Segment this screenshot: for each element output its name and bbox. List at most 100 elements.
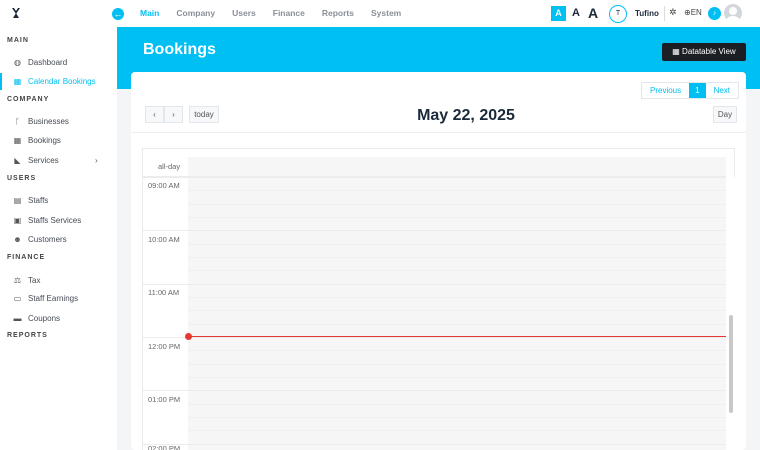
topnav-company[interactable]: Company [176, 0, 215, 27]
sidebar-item-label: Staffs [28, 196, 49, 205]
grid-line [188, 324, 726, 325]
font-size-small-button[interactable]: A [551, 6, 566, 21]
grid-line [143, 284, 726, 285]
sidebar-item-label: Services [28, 156, 59, 165]
username[interactable]: Tufino [635, 9, 659, 18]
sidebar-item-tax[interactable]: ⚖ Tax [0, 272, 117, 289]
time-label: 12:00 PM [148, 342, 181, 351]
table-icon: ▦ [672, 47, 683, 56]
chevron-right-icon: › [95, 156, 98, 165]
calendar-prev-button[interactable]: ‹ [145, 106, 164, 123]
sidebar-item-bookings[interactable]: ▦ Bookings [0, 132, 117, 149]
scrollbar-thumb[interactable] [729, 315, 733, 413]
ticket-icon: ▬ [13, 314, 22, 323]
time-label: 11:00 AM [148, 288, 180, 297]
users-icon: ☻ [13, 235, 22, 244]
sidebar-section-company: COMPANY [7, 96, 50, 103]
grid-line [188, 244, 726, 245]
sidebar-item-staffs-services[interactable]: ▣ Staffs Services [0, 212, 117, 229]
grid-line [188, 430, 726, 431]
sidebar-item-label: Bookings [28, 136, 61, 145]
calendar-next-button[interactable]: › [164, 106, 183, 123]
grid-line [143, 230, 726, 231]
sidebar-item-label: Businesses [28, 117, 69, 126]
pagination: Previous 1 Next [641, 82, 740, 99]
sidebar-item-label: Dashboard [28, 58, 68, 67]
calendar-today-button[interactable]: today [189, 106, 219, 123]
font-size-medium-button[interactable]: A [570, 6, 582, 21]
grid-line [143, 337, 726, 338]
sidebar-section-users: USERS [7, 175, 37, 182]
bell-icon[interactable]: ♪ [708, 7, 721, 20]
grid-line [143, 444, 726, 445]
grid-line [188, 417, 726, 418]
scale-icon: ⚖ [13, 276, 22, 285]
calendar-icon: ▦ [13, 136, 22, 145]
services-icon: ◣ [14, 156, 21, 165]
sidebar-section-finance: FINANCE [7, 254, 46, 261]
grid-line [188, 364, 726, 365]
grid-line [188, 377, 726, 378]
divider [131, 132, 746, 133]
avatar[interactable] [724, 4, 742, 22]
calendar-title: May 22, 2025 [417, 107, 515, 124]
sidebar-item-label: Customers [28, 235, 67, 244]
time-label: 02:00 PM [148, 444, 181, 450]
grid-line [188, 257, 726, 258]
grid-line [188, 217, 726, 218]
branch-icon: ᚴ [15, 117, 20, 126]
grid-line [188, 404, 726, 405]
time-label: 10:00 AM [148, 235, 180, 244]
grid-line [188, 204, 726, 205]
pagination-previous[interactable]: Previous [642, 83, 689, 98]
all-day-label: all-day [158, 162, 181, 171]
pagination-next[interactable]: Next [706, 83, 738, 98]
grid-line [188, 350, 726, 351]
sidebar-item-calendar-bookings[interactable]: ▦ Calendar Bookings [0, 73, 117, 90]
sidebar-item-dashboard[interactable]: ◍ Dashboard [0, 54, 117, 71]
font-size-large-button[interactable]: A [586, 6, 600, 21]
calendar-day-column[interactable] [188, 157, 726, 450]
money-icon: ▭ [13, 294, 22, 303]
globe-icon: ⊕ [684, 8, 691, 17]
language-switch[interactable]: ⊕EN [684, 8, 702, 17]
gear-icon[interactable]: ✲ [669, 8, 678, 17]
calendar-day-view-button[interactable]: Day [713, 106, 737, 123]
topnav-reports[interactable]: Reports [322, 0, 354, 27]
grid-line [188, 310, 726, 311]
sidebar-item-staffs[interactable]: ▤ Staffs [0, 192, 117, 209]
sidebar-item-services[interactable]: ◣ Services › [0, 152, 117, 169]
sidebar-item-label: Staffs Services [28, 216, 82, 225]
badge-icon: ▣ [13, 216, 22, 225]
topnav-main[interactable]: Main [140, 0, 159, 27]
sidebar-item-coupons[interactable]: ▬ Coupons [0, 310, 117, 327]
grid-line [188, 297, 726, 298]
now-indicator-dot [185, 333, 192, 340]
grid-line [188, 190, 726, 191]
top-bar: ← Main Company Users Finance Reports Sys… [0, 0, 760, 27]
sidebar-item-label: Staff Earnings [28, 294, 79, 303]
datatable-view-button[interactable]: ▦ Datatable View [662, 43, 746, 61]
sidebar-item-staff-earnings[interactable]: ▭ Staff Earnings [0, 290, 117, 307]
sidebar-item-label: Calendar Bookings [28, 77, 96, 86]
calendar-icon: ▦ [13, 77, 22, 86]
sidebar-item-label: Coupons [28, 314, 61, 323]
grid-line [188, 270, 726, 271]
sidebar-item-businesses[interactable]: ᚴ Businesses [0, 113, 117, 130]
sidebar-collapse-button[interactable]: ← [112, 8, 124, 20]
divider [664, 6, 665, 21]
time-label: 09:00 AM [148, 181, 180, 190]
topnav-finance[interactable]: Finance [273, 0, 305, 27]
sidebar-item-customers[interactable]: ☻ Customers [0, 231, 117, 248]
brand-logo-icon[interactable] [9, 6, 23, 20]
sidebar-item-label: Tax [28, 276, 41, 285]
language-label: EN [690, 8, 702, 17]
pagination-page-1[interactable]: 1 [689, 83, 706, 98]
id-card-icon: ▤ [13, 196, 22, 205]
topnav-system[interactable]: System [371, 0, 401, 27]
user-initial-badge[interactable]: T [609, 5, 627, 23]
topnav-users[interactable]: Users [232, 0, 256, 27]
sidebar-section-reports[interactable]: REPORTS [7, 332, 48, 339]
datatable-view-label: Datatable View [682, 47, 736, 56]
grid-line [143, 177, 726, 178]
